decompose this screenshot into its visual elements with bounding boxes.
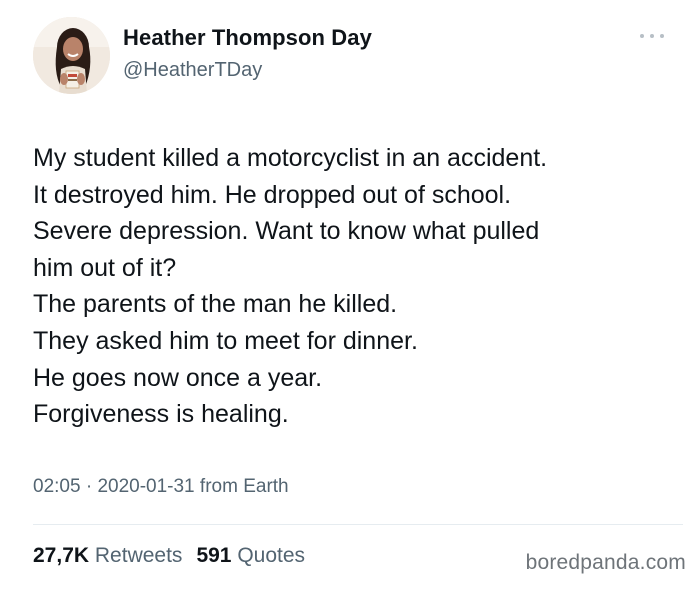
tweet-text-line: He goes now once a year. <box>33 363 323 392</box>
quotes-label: Quotes <box>237 544 306 567</box>
tweet-source: from Earth <box>199 476 289 497</box>
avatar[interactable] <box>33 17 110 94</box>
tweet-time: 02:05 <box>33 476 81 497</box>
author-handle[interactable]: @HeatherTDay <box>123 59 262 82</box>
tweet-text-line: The parents of the man he killed. <box>33 290 398 319</box>
more-horizontal-icon[interactable] <box>640 30 664 42</box>
retweets-stat[interactable]: 27,7K Retweets <box>33 544 182 567</box>
tweet-stats: 27,7K Retweets 591 Quotes <box>33 544 305 568</box>
retweets-label: Retweets <box>94 544 183 567</box>
tweet-timestamp[interactable]: 02:05 · 2020-01-31 from Earth <box>33 476 289 498</box>
tweet-text-line: Severe depression. Want to know what pul… <box>33 217 540 246</box>
tweet-text: My student killed a motorcyclist in an a… <box>33 140 673 433</box>
more-dot <box>660 34 664 38</box>
quotes-stat[interactable]: 591 Quotes <box>196 544 305 567</box>
tweet-text-line: They asked him to meet for dinner. <box>33 326 418 355</box>
tweet-card: Heather Thompson Day @HeatherTDay My stu… <box>0 0 700 589</box>
tweet-text-line: him out of it? <box>33 253 177 282</box>
divider <box>33 524 683 525</box>
retweets-count: 27,7K <box>33 544 90 567</box>
tweet-text-line: It destroyed him. He dropped out of scho… <box>33 180 512 209</box>
meta-separator: · <box>85 476 93 497</box>
author-name[interactable]: Heather Thompson Day <box>123 25 372 51</box>
tweet-text-line: Forgiveness is healing. <box>33 400 289 429</box>
avatar-image <box>33 17 110 94</box>
watermark: boredpanda.com <box>525 551 686 574</box>
more-dot <box>640 34 644 38</box>
more-dot <box>650 34 654 38</box>
quotes-count: 591 <box>196 544 232 567</box>
tweet-text-line: My student killed a motorcyclist in an a… <box>33 144 548 172</box>
tweet-date: 2020-01-31 <box>97 476 195 497</box>
